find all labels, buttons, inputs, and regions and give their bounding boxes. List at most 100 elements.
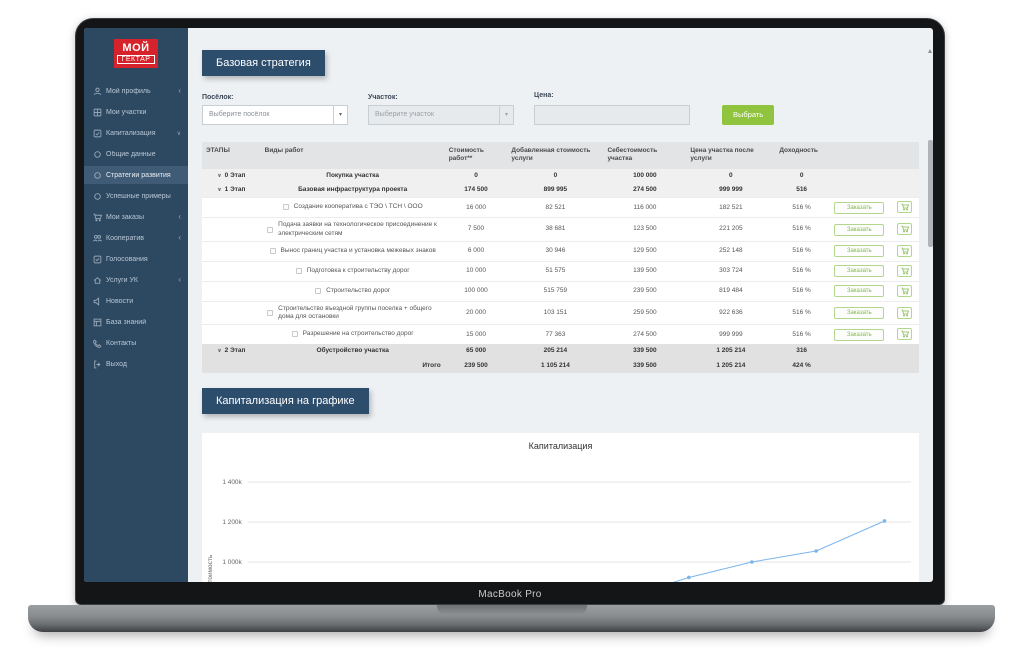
col-header-added-value: Добавленная стоимость услуги: [507, 142, 603, 170]
poselok-select-value: Выберите посёлок: [203, 111, 333, 118]
col-header-cost: Стоимость работ**: [445, 142, 508, 170]
col-header-price-after: Цена участка после услуги: [686, 142, 775, 170]
sidebar-item-voting[interactable]: Голосования: [84, 250, 188, 268]
logo-line1: МОЙ: [117, 42, 155, 54]
table-header-row: ЭТАПЫ Виды работ Стоимость работ** Добав…: [202, 142, 919, 170]
logo[interactable]: МОЙ ГЕКТАР: [114, 39, 158, 68]
sidebar-item-label: Выход: [106, 361, 181, 368]
chart-panel: Капитализация 1 400k1 200k1 000k800k600k…: [202, 433, 919, 582]
sidebar-item-label: Стратегии развития: [106, 172, 181, 179]
sidebar-item-label: Услуги УК: [106, 277, 174, 284]
app-window: МОЙ ГЕКТАР Мой профиль Мои участки Капит…: [84, 28, 933, 582]
chevron-left-icon: [178, 234, 181, 242]
chevron-down-icon: ▾: [499, 106, 513, 124]
svg-text:1 000k: 1 000k: [222, 559, 242, 566]
macbook-pro-label: MacBook Pro: [76, 589, 944, 600]
row-checkbox[interactable]: [296, 268, 302, 274]
table-row: Создание кооператива с ТЭО \ ТСН \ ООО 1…: [202, 198, 919, 218]
price-input[interactable]: [534, 105, 690, 125]
cart-button[interactable]: [897, 328, 912, 340]
col-header-yield: Доходность: [775, 142, 828, 170]
uchastok-select-value: Выберите участок: [369, 111, 499, 118]
table-row-total: Итого 239 5001 105 214 339 5001 205 214 …: [202, 359, 919, 373]
order-button[interactable]: Заказать: [834, 285, 884, 297]
row-checkbox[interactable]: [267, 227, 273, 233]
sidebar-item-label: Контакты: [106, 340, 181, 347]
chevron-down-icon: ∨: [217, 173, 221, 179]
select-button[interactable]: Выбрать: [722, 105, 774, 125]
order-button[interactable]: Заказать: [834, 202, 884, 214]
user-icon: [93, 87, 102, 96]
sidebar-item-development-strategies[interactable]: Стратегии развития: [84, 166, 188, 184]
sidebar-item-profile[interactable]: Мой профиль: [84, 82, 188, 100]
table-row-stage1[interactable]: ∨1 Этап Базовая инфраструктура проекта 1…: [202, 183, 919, 198]
cart-button[interactable]: [897, 223, 912, 235]
uchastok-select[interactable]: Выберите участок ▾: [368, 105, 514, 125]
sidebar-item-label: Успешные примеры: [106, 193, 181, 200]
chart-section-title: Капитализация на графике: [202, 388, 369, 414]
sidebar-item-label: Новости: [106, 298, 181, 305]
chevron-down-icon: ∨: [217, 187, 221, 193]
row-checkbox[interactable]: [315, 288, 321, 294]
sidebar-item-services[interactable]: Услуги УК: [84, 271, 188, 289]
svg-text:Стоимость: Стоимость: [207, 554, 214, 582]
services-icon: [93, 276, 102, 285]
sidebar-item-label: Мои участки: [106, 109, 181, 116]
order-button[interactable]: Заказать: [834, 245, 884, 257]
poselok-select[interactable]: Выберите посёлок ▾: [202, 105, 348, 125]
row-checkbox[interactable]: [267, 310, 273, 316]
cart-button[interactable]: [897, 307, 912, 319]
row-checkbox[interactable]: [292, 331, 298, 337]
page-title: Базовая стратегия: [202, 50, 325, 76]
cart-button[interactable]: [897, 285, 912, 297]
chevron-down-icon: ▾: [333, 106, 347, 124]
cart-button[interactable]: [897, 245, 912, 257]
sidebar: МОЙ ГЕКТАР Мой профиль Мои участки Капит…: [84, 28, 188, 582]
chevron-left-icon: [178, 276, 181, 284]
sidebar-item-label: Кооператив: [106, 235, 174, 242]
sidebar-item-news[interactable]: Новости: [84, 292, 188, 310]
sidebar-item-logout[interactable]: Выход: [84, 355, 188, 373]
col-header-order: [828, 142, 891, 170]
sidebar-item-success-examples[interactable]: Успешные примеры: [84, 187, 188, 205]
radio-icon: [93, 150, 102, 159]
capitalization-chart: 1 400k1 200k1 000k800k600kСтоимость: [202, 453, 919, 582]
orders-icon: [93, 213, 102, 222]
logout-icon: [93, 360, 102, 369]
chevron-down-icon: ∨: [217, 348, 221, 354]
sidebar-item-capitalization[interactable]: Капитализация: [84, 124, 188, 142]
sidebar-item-general-data[interactable]: Общие данные: [84, 145, 188, 163]
sidebar-item-label: Капитализация: [106, 130, 173, 137]
logo-line2: ГЕКТАР: [117, 55, 155, 64]
cart-button[interactable]: [897, 201, 912, 213]
radio-icon: [93, 192, 102, 201]
chart-title: Капитализация: [202, 441, 919, 451]
row-checkbox[interactable]: [270, 248, 276, 254]
sidebar-item-label: Голосования: [106, 256, 181, 263]
filters-bar: Посёлок: Выберите посёлок ▾ Участок: Выб…: [202, 92, 919, 125]
scrollbar[interactable]: [928, 140, 933, 247]
news-icon: [93, 297, 102, 306]
scroll-up-icon[interactable]: [928, 49, 932, 53]
radio-icon: [93, 171, 102, 180]
contacts-icon: [93, 339, 102, 348]
sidebar-item-cooperative[interactable]: Кооператив: [84, 229, 188, 247]
chevron-left-icon: [178, 213, 181, 221]
row-checkbox[interactable]: [283, 204, 289, 210]
col-header-cart: [891, 142, 919, 170]
sidebar-item-plots[interactable]: Мои участки: [84, 103, 188, 121]
order-button[interactable]: Заказать: [834, 224, 884, 236]
sidebar-item-contacts[interactable]: Контакты: [84, 334, 188, 352]
page: МОЙ ГЕКТАР Мой профиль Мои участки Капит…: [0, 0, 1023, 665]
strategy-table: ЭТАПЫ Виды работ Стоимость работ** Добав…: [202, 142, 919, 373]
table-row-stage2[interactable]: ∨2 Этап Обустройство участка 65 000205 2…: [202, 344, 919, 358]
cart-icon: [901, 309, 909, 317]
sidebar-item-knowledge-base[interactable]: База знаний: [84, 313, 188, 331]
order-button[interactable]: Заказать: [834, 307, 884, 319]
order-button[interactable]: Заказать: [834, 329, 884, 341]
svg-text:1 200k: 1 200k: [222, 519, 242, 526]
table-row-stage0[interactable]: ∨0 Этап Покупка участка 00 100 0000 0: [202, 169, 919, 183]
cart-button[interactable]: [897, 265, 912, 277]
order-button[interactable]: Заказать: [834, 265, 884, 277]
sidebar-item-orders[interactable]: Мои заказы: [84, 208, 188, 226]
